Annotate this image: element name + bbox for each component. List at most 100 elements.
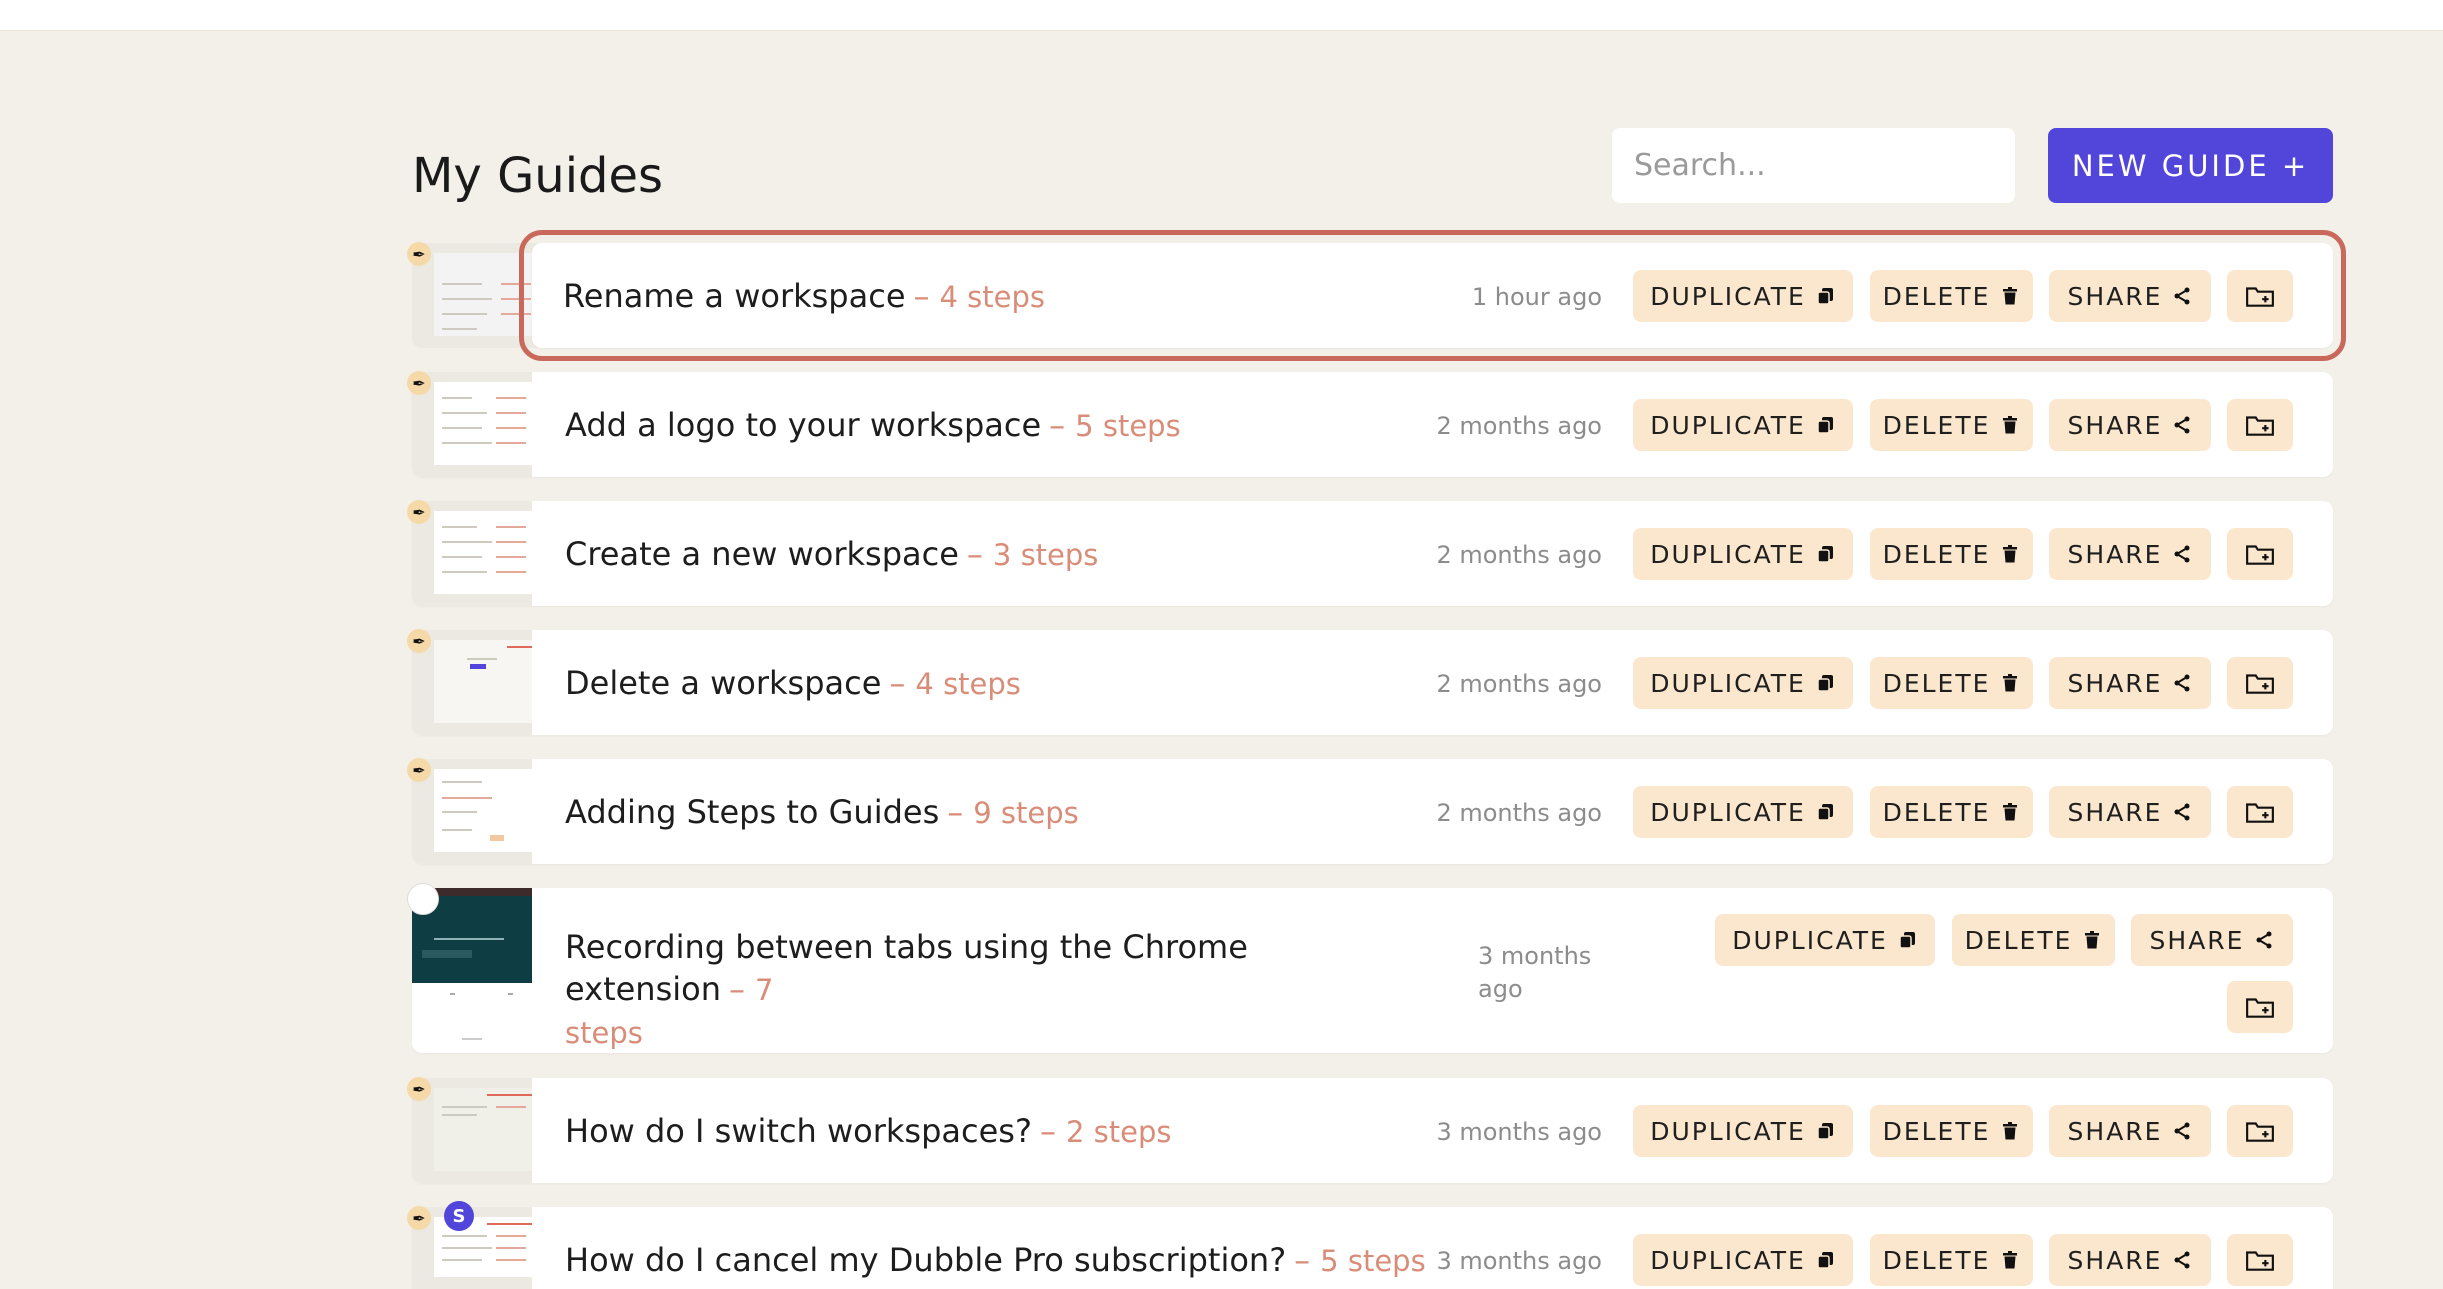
share-button[interactable]: SHARE — [2049, 1105, 2211, 1157]
duplicate-button[interactable]: DUPLICATE — [1633, 657, 1853, 709]
delete-button[interactable]: DELETE — [1870, 270, 2033, 322]
guide-title-wrap[interactable]: How do I cancel my Dubble Pro subscripti… — [565, 1239, 1426, 1282]
duplicate-button[interactable]: DUPLICATE — [1715, 914, 1935, 966]
duplicate-label: DUPLICATE — [1650, 1116, 1806, 1146]
share-label: SHARE — [2067, 1245, 2163, 1275]
guide-title[interactable]: How do I cancel my Dubble Pro subscripti… — [565, 1241, 1286, 1279]
guide-row[interactable]: ✒ Adding Steps to Guides –9 steps 2 month… — [407, 758, 2333, 864]
updated-time: 2 months ago — [1436, 541, 1602, 569]
copy-icon — [1899, 932, 1915, 949]
trash-icon — [2003, 545, 2018, 563]
add-to-folder-button[interactable] — [2227, 1105, 2293, 1157]
trash-icon — [2003, 287, 2018, 305]
step-count: 9 steps — [973, 796, 1079, 830]
delete-button[interactable]: DELETE — [1870, 786, 2033, 838]
guide-title-wrap[interactable]: How do I switch workspaces? –2 steps — [565, 1110, 1171, 1153]
status-dot-icon — [407, 883, 439, 915]
delete-button[interactable]: DELETE — [1870, 1105, 2033, 1157]
add-to-folder-button[interactable] — [2227, 981, 2293, 1033]
step-count: 4 steps — [939, 280, 1046, 314]
guide-title-wrap[interactable]: Create a new workspace –3 steps — [565, 533, 1098, 576]
delete-label: DELETE — [1882, 410, 1991, 440]
duplicate-button[interactable]: DUPLICATE — [1633, 786, 1853, 838]
add-to-folder-button[interactable] — [2227, 528, 2293, 580]
duplicate-label: DUPLICATE — [1650, 797, 1806, 827]
guide-row[interactable]: ✒ Create a new workspace –3 steps 2 month… — [407, 500, 2333, 606]
copy-icon — [1817, 1252, 1833, 1269]
delete-label: DELETE — [1882, 539, 1991, 569]
updated-time: 3 months ago — [1478, 940, 1591, 1006]
guide-row[interactable]: ✒ How do I switch workspaces? –2 steps 3 … — [407, 1077, 2333, 1183]
step-count: 5 steps — [1320, 1244, 1426, 1278]
delete-button[interactable]: DELETE — [1870, 399, 2033, 451]
delete-label: DELETE — [1882, 797, 1991, 827]
delete-button[interactable]: DELETE — [1870, 657, 2033, 709]
guide-title[interactable]: Add a logo to your workspace — [565, 406, 1041, 444]
new-guide-button[interactable]: NEW GUIDE + — [2048, 128, 2333, 203]
share-button[interactable]: SHARE — [2049, 528, 2211, 580]
wand-icon: ✒ — [407, 1206, 431, 1230]
separator-dash: – — [947, 793, 964, 831]
guide-title[interactable]: Rename a workspace — [563, 277, 906, 315]
guide-row[interactable]: ✒ Add a logo to your workspace –5 steps 2… — [407, 371, 2333, 477]
delete-button[interactable]: DELETE — [1870, 1234, 2033, 1286]
guide-row[interactable]: Recording between tabs using the Chrome … — [407, 883, 2333, 1054]
add-to-folder-button[interactable] — [2227, 1234, 2293, 1286]
share-button[interactable]: SHARE — [2049, 657, 2211, 709]
guide-title[interactable]: Recording between tabs using the Chrome … — [565, 928, 1248, 1008]
trash-icon — [2003, 803, 2018, 821]
share-button[interactable]: SHARE — [2049, 1234, 2211, 1286]
duplicate-button[interactable]: DUPLICATE — [1633, 1105, 1853, 1157]
guide-row[interactable]: ✒ Delete a workspace –4 steps 2 months ag… — [407, 629, 2333, 735]
share-button[interactable]: SHARE — [2049, 270, 2211, 322]
duplicate-label: DUPLICATE — [1650, 410, 1806, 440]
folder-plus-icon — [2246, 287, 2274, 307]
delete-label: DELETE — [1882, 668, 1991, 698]
folder-plus-icon — [2246, 1251, 2274, 1271]
duplicate-button[interactable]: DUPLICATE — [1633, 528, 1853, 580]
guide-title-wrap[interactable]: Adding Steps to Guides –9 steps — [565, 791, 1079, 834]
updated-time: 2 months ago — [1436, 670, 1602, 698]
separator-dash: – — [966, 535, 983, 573]
add-to-folder-button[interactable] — [2227, 270, 2293, 322]
duplicate-button[interactable]: DUPLICATE — [1633, 1234, 1853, 1286]
step-count-suffix: steps — [565, 1016, 643, 1050]
duplicate-button[interactable]: DUPLICATE — [1633, 399, 1853, 451]
trash-icon — [2003, 1251, 2018, 1269]
trash-icon — [2003, 1122, 2018, 1140]
share-button[interactable]: SHARE — [2049, 786, 2211, 838]
duplicate-button[interactable]: DUPLICATE — [1633, 270, 1853, 322]
add-to-folder-button[interactable] — [2227, 399, 2293, 451]
guide-title[interactable]: Delete a workspace — [565, 664, 881, 702]
guide-row[interactable]: ✒ S How do I cancel my Dubble Pro subscr… — [407, 1201, 2333, 1289]
add-to-folder-button[interactable] — [2227, 657, 2293, 709]
separator-dash: – — [889, 664, 906, 702]
folder-plus-icon — [2246, 416, 2274, 436]
page-title: My Guides — [412, 148, 664, 204]
share-button[interactable]: SHARE — [2049, 399, 2211, 451]
updated-time: 3 months ago — [1436, 1247, 1602, 1275]
step-count: 2 steps — [1065, 1115, 1172, 1149]
guide-title-wrap[interactable]: Delete a workspace –4 steps — [565, 662, 1021, 705]
guide-title-wrap[interactable]: Add a logo to your workspace –5 steps — [565, 404, 1181, 447]
delete-button[interactable]: DELETE — [1870, 528, 2033, 580]
guide-title-wrap[interactable]: Rename a workspace –4 steps — [563, 275, 1045, 318]
guide-title[interactable]: Create a new workspace — [565, 535, 959, 573]
delete-button[interactable]: DELETE — [1952, 914, 2115, 966]
trash-icon — [2003, 416, 2018, 434]
separator-dash: – — [729, 970, 745, 1008]
guide-thumbnail[interactable] — [412, 243, 537, 348]
share-button[interactable]: SHARE — [2131, 914, 2293, 966]
duplicate-label: DUPLICATE — [1650, 539, 1806, 569]
duplicate-label: DUPLICATE — [1732, 925, 1888, 955]
add-to-folder-button[interactable] — [2227, 786, 2293, 838]
share-label: SHARE — [2067, 281, 2163, 311]
delete-label: DELETE — [1882, 1245, 1991, 1275]
search-input[interactable] — [1612, 128, 2015, 203]
guide-title-wrap[interactable]: Recording between tabs using the Chrome … — [565, 926, 1425, 1054]
step-count: 7 — [755, 973, 774, 1007]
top-bar — [0, 0, 2443, 31]
guide-row[interactable]: Rename a workspace –4 steps 1 hour ago DU… — [519, 230, 2346, 361]
guide-title[interactable]: Adding Steps to Guides — [565, 793, 939, 831]
guide-title[interactable]: How do I switch workspaces? — [565, 1112, 1032, 1150]
